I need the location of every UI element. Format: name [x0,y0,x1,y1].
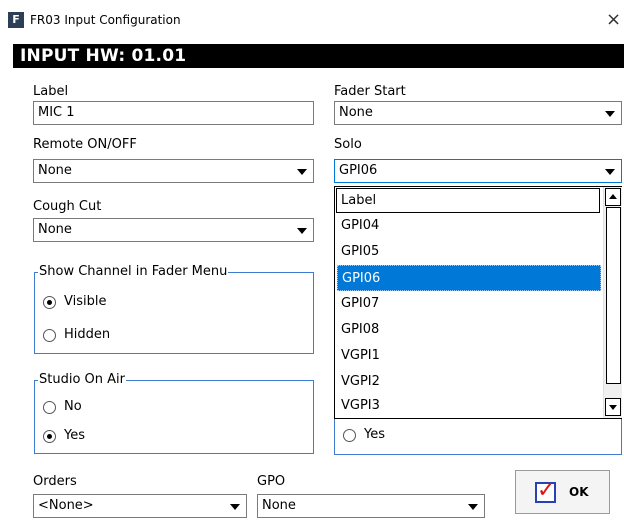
gpo-select[interactable]: None [257,494,485,518]
remote-select[interactable]: None [33,159,314,183]
cough-select[interactable]: None [33,218,314,242]
app-icon: F [8,12,24,28]
label-input[interactable]: MIC 1 [33,101,314,125]
solo-select-value: GPI06 [339,163,378,178]
scroll-down-icon[interactable] [605,398,621,416]
radio-unselected-icon [43,329,56,342]
chevron-down-icon [468,504,478,510]
input-header-banner: INPUT HW: 01.01 [13,44,624,68]
chevron-down-icon [605,111,615,117]
remote-select-value: None [38,163,72,178]
fader-start-select-value: None [339,105,373,120]
dropdown-item[interactable]: GPI07 [337,291,601,317]
title-bar: F FR03 Input Configuration × [0,0,624,43]
radio-selected-icon [43,430,56,443]
orders-select-value: <None> [38,498,94,513]
orders-select[interactable]: <None> [33,494,247,518]
radio-right-yes-label: Yes [364,427,385,442]
dropdown-item[interactable]: VGPI1 [337,343,601,369]
dropdown-item-selected[interactable]: GPI06 [337,265,601,291]
radio-visible-label: Visible [64,294,107,309]
dropdown-item[interactable]: GPI05 [337,239,601,265]
dropdown-item[interactable]: VGPI2 [337,369,601,395]
ok-button-label: OK [569,485,589,499]
radio-hidden-label: Hidden [64,327,111,342]
cough-select-value: None [38,222,72,237]
solo-caption: Solo [334,137,362,152]
dropdown-scrollbar[interactable] [603,187,622,418]
check-mark-glyph: ✓ [537,478,556,503]
show-channel-group-title: Show Channel in Fader Menu [38,264,229,280]
show-channel-group: Show Channel in Fader Menu Visible Hidde… [34,264,314,354]
radio-selected-icon [43,296,56,309]
solo-select[interactable]: GPI06 [334,159,622,183]
dropdown-item[interactable]: GPI04 [337,213,601,239]
close-icon[interactable]: × [606,9,621,30]
dropdown-item[interactable]: VGPI3 [337,393,601,419]
label-caption: Label [33,84,69,99]
scroll-thumb[interactable] [606,207,621,384]
dropdown-item[interactable]: GPI08 [337,317,601,343]
check-icon: ✓ [535,478,556,503]
cough-caption: Cough Cut [33,199,102,214]
studio-on-air-group-title: Studio On Air [38,372,126,388]
scroll-up-icon[interactable] [605,188,621,206]
ok-button[interactable]: ✓ OK [515,470,610,514]
label-input-value: MIC 1 [38,105,75,120]
chevron-down-icon [605,169,615,175]
fader-start-caption: Fader Start [334,84,406,99]
fader-start-select[interactable]: None [334,101,622,125]
solo-dropdown-list: Label GPI04 GPI05 GPI06 GPI07 GPI08 VGPI… [334,186,622,419]
chevron-down-icon [297,169,307,175]
radio-yes-label: Yes [64,428,85,443]
gpo-select-value: None [262,498,296,513]
window-title: FR03 Input Configuration [30,13,181,27]
radio-unselected-icon [43,401,56,414]
radio-unselected-icon [343,429,356,442]
studio-on-air-group: Studio On Air No Yes [34,372,314,454]
radio-no-label: No [64,399,82,414]
chevron-down-icon [230,504,240,510]
chevron-down-icon [297,228,307,234]
orders-caption: Orders [33,474,77,489]
remote-caption: Remote ON/OFF [33,137,137,152]
dropdown-item[interactable]: Label [336,188,600,213]
gpo-caption: GPO [257,474,286,489]
